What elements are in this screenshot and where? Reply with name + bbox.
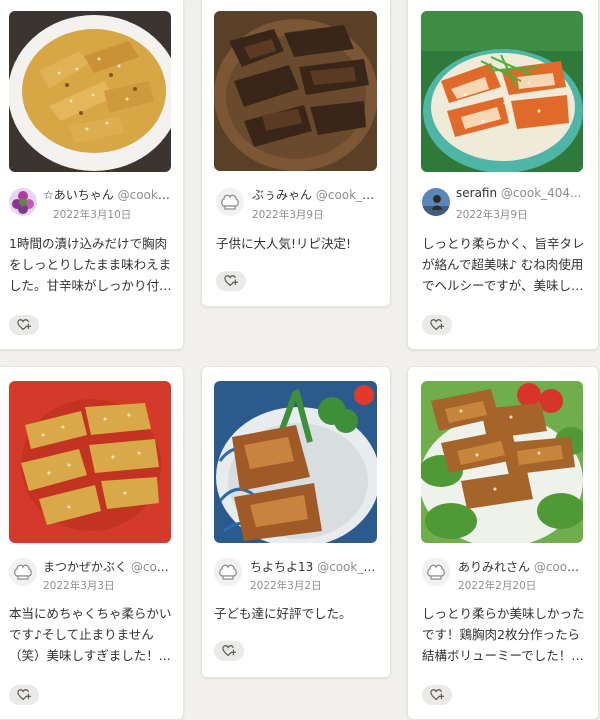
user-name-line[interactable]: まつかぜかぶく @cook... <box>43 558 171 575</box>
post-date: 2022年3月9日 <box>252 209 324 221</box>
like-button[interactable] <box>214 641 244 661</box>
user-name[interactable]: ちよちよ13 <box>250 560 313 574</box>
user-name[interactable]: まつかぜかぶく <box>43 560 127 574</box>
heart-plus-icon <box>222 645 236 656</box>
user-name[interactable]: serafin <box>456 186 497 200</box>
report-card[interactable]: serafin @cook_404... 2022年3月9日 しっとり柔らかく、… <box>407 0 599 350</box>
user-handle: @cook... <box>130 560 171 574</box>
user-handle: @cook_404... <box>500 186 582 200</box>
chef-hat-icon <box>214 558 242 586</box>
user-handle: @cook_... <box>117 188 171 202</box>
report-comment: 子ども達に好評でした。 <box>214 606 352 621</box>
user-name[interactable]: ぶぅみゃん <box>252 188 312 202</box>
user-name-line[interactable]: ぶぅみゃん @cook_40... <box>252 186 378 203</box>
report-card[interactable]: ちよちよ13 @cook_40... 2022年3月2日 子ども達に好評でした。 <box>201 366 391 678</box>
chef-hat-icon <box>422 558 450 586</box>
user-avatar[interactable] <box>216 188 244 216</box>
report-card[interactable]: ☆あいちゃん @cook_... 2022年3月10日 1時間の漬け込みだけで胸… <box>0 0 184 350</box>
report-card[interactable]: まつかぜかぶく @cook... 2022年3月3日 本当にめちゃくちゃ柔らかい… <box>0 366 184 720</box>
dish-photo[interactable] <box>421 381 583 543</box>
heart-plus-icon <box>17 319 31 330</box>
heart-plus-icon <box>430 319 444 330</box>
user-name-line[interactable]: serafin @cook_404... <box>456 186 586 200</box>
report-comment: しっとり柔らかく、旨辛タレが絡んで超美味♪ むね肉使用でヘルシーですが、美味し過… <box>422 236 585 293</box>
user-avatar[interactable] <box>9 188 37 216</box>
like-button[interactable] <box>216 271 246 291</box>
report-comment: 1時間の漬け込みだけで胸肉をしっとりしたまま味わえました。甘辛味がしっかり付いて… <box>9 236 172 293</box>
like-button[interactable] <box>422 685 452 705</box>
heart-plus-icon <box>430 689 444 700</box>
flower-avatar-icon <box>9 188 37 216</box>
post-date: 2022年3月3日 <box>43 580 115 592</box>
like-button[interactable] <box>9 685 39 705</box>
dish-photo[interactable] <box>9 11 171 172</box>
report-card[interactable]: ぶぅみゃん @cook_40... 2022年3月9日 子供に大人気!リピ決定! <box>201 0 391 307</box>
user-avatar[interactable] <box>9 558 37 586</box>
user-name[interactable]: ☆あいちゃん <box>43 188 114 202</box>
user-avatar[interactable] <box>214 558 242 586</box>
like-button[interactable] <box>9 315 39 335</box>
post-date: 2022年3月9日 <box>456 209 528 221</box>
like-button[interactable] <box>422 315 452 335</box>
user-handle: @cook_40... <box>315 188 378 202</box>
heart-plus-icon <box>17 689 31 700</box>
heart-plus-icon <box>224 275 238 286</box>
user-handle: @cook_4... <box>533 560 586 574</box>
dish-photo[interactable] <box>214 381 377 543</box>
dish-photo[interactable] <box>214 11 377 171</box>
report-comment: 本当にめちゃくちゃ柔らかいです♪そして止まりません（笑）美味しすぎました！... <box>9 606 172 663</box>
person-photo-avatar-icon <box>422 188 450 216</box>
report-comment: 子供に大人気!リピ決定! <box>216 236 352 251</box>
user-avatar[interactable] <box>422 558 450 586</box>
post-date: 2022年3月2日 <box>250 580 322 592</box>
user-name-line[interactable]: ちよちよ13 @cook_40... <box>250 558 378 575</box>
user-name[interactable]: ありみれさん <box>458 560 530 574</box>
user-name-line[interactable]: ありみれさん @cook_4... <box>458 558 586 575</box>
user-handle: @cook_40... <box>317 560 378 574</box>
dish-photo[interactable] <box>421 11 583 172</box>
post-date: 2022年3月10日 <box>53 209 132 221</box>
user-avatar[interactable] <box>422 188 450 216</box>
dish-photo[interactable] <box>9 381 171 543</box>
report-card[interactable]: ありみれさん @cook_4... 2022年2月20日 しっとり柔らか美味しか… <box>407 366 599 720</box>
user-name-line[interactable]: ☆あいちゃん @cook_... <box>43 186 171 203</box>
tsukurepo-grid: ☆あいちゃん @cook_... 2022年3月10日 1時間の漬け込みだけで胸… <box>0 0 600 720</box>
report-comment: しっとり柔らか美味しかったです！鶏胸肉2枚分作ったら結構ボリューミーでした！いっ… <box>422 606 585 663</box>
post-date: 2022年2月20日 <box>458 580 537 592</box>
chef-hat-icon <box>216 188 244 216</box>
chef-hat-icon <box>9 558 37 586</box>
